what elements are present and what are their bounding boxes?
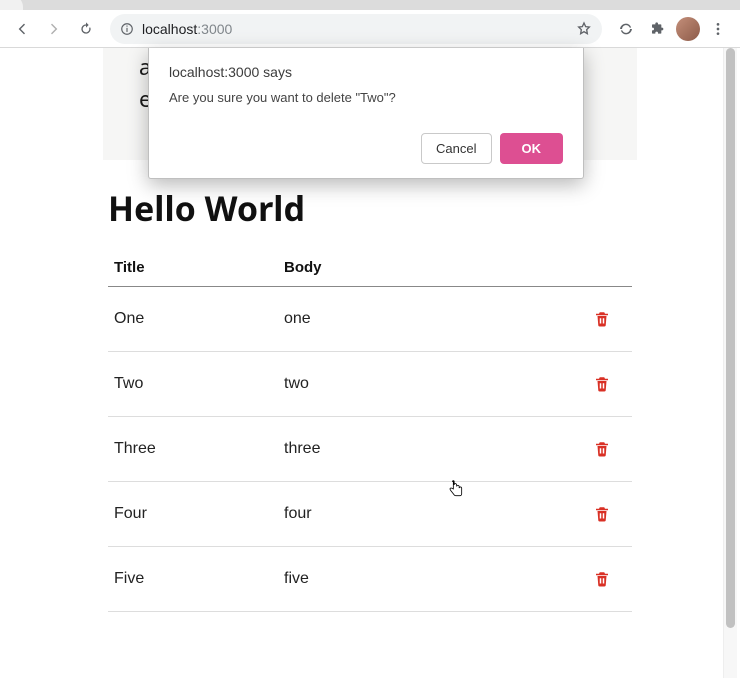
cell-body: five xyxy=(278,546,572,611)
delete-button[interactable] xyxy=(588,500,616,528)
delete-button[interactable] xyxy=(588,370,616,398)
extensions-button[interactable] xyxy=(644,15,672,43)
reload-button[interactable] xyxy=(72,15,100,43)
arrow-left-icon xyxy=(14,21,30,37)
browser-toolbar: localhost:3000 xyxy=(0,10,740,48)
confirm-dialog: localhost:3000 says Are you sure you wan… xyxy=(148,48,584,179)
table-row: Two two xyxy=(108,351,632,416)
col-title-header: Title xyxy=(108,249,278,287)
sync-icon xyxy=(618,21,634,37)
table-row: Five five xyxy=(108,546,632,611)
cell-body: three xyxy=(278,416,572,481)
reload-icon xyxy=(78,21,94,37)
delete-button[interactable] xyxy=(588,435,616,463)
cancel-button[interactable]: Cancel xyxy=(421,133,491,164)
bookmark-button[interactable] xyxy=(576,21,592,37)
dialog-message: Are you sure you want to delete "Two"? xyxy=(169,90,563,105)
col-actions-header xyxy=(572,249,632,287)
back-button[interactable] xyxy=(8,15,36,43)
profile-avatar[interactable] xyxy=(676,17,700,41)
scrollbar-thumb[interactable] xyxy=(726,48,735,628)
delete-button[interactable] xyxy=(588,565,616,593)
cell-title: One xyxy=(108,286,278,351)
trash-icon xyxy=(593,505,611,523)
col-body-header: Body xyxy=(278,249,572,287)
cell-title: Five xyxy=(108,546,278,611)
cell-body: one xyxy=(278,286,572,351)
site-info-icon[interactable] xyxy=(120,22,134,36)
cell-title: Four xyxy=(108,481,278,546)
omnibox[interactable]: localhost:3000 xyxy=(110,14,602,44)
active-tab[interactable] xyxy=(0,0,23,10)
cell-body: two xyxy=(278,351,572,416)
arrow-right-icon xyxy=(46,21,62,37)
forward-button[interactable] xyxy=(40,15,68,43)
cell-title: Two xyxy=(108,351,278,416)
ok-button[interactable]: OK xyxy=(500,133,564,164)
delete-button[interactable] xyxy=(588,305,616,333)
puzzle-icon xyxy=(650,21,666,37)
page-title: Hello World xyxy=(108,185,632,231)
sync-button[interactable] xyxy=(612,15,640,43)
table-row: Four four xyxy=(108,481,632,546)
kebab-icon xyxy=(710,21,726,37)
dialog-origin: localhost:3000 says xyxy=(169,64,563,80)
data-table: Title Body One one Two two Three three F… xyxy=(108,249,632,612)
scrollbar[interactable] xyxy=(723,48,737,678)
cell-body: four xyxy=(278,481,572,546)
trash-icon xyxy=(593,310,611,328)
trash-icon xyxy=(593,375,611,393)
tab-strip xyxy=(0,0,740,10)
cell-title: Three xyxy=(108,416,278,481)
table-row: One one xyxy=(108,286,632,351)
star-icon xyxy=(576,21,592,37)
chrome-menu-button[interactable] xyxy=(704,15,732,43)
url-host: localhost xyxy=(142,21,197,37)
table-row: Three three xyxy=(108,416,632,481)
url-port: :3000 xyxy=(197,21,232,37)
trash-icon xyxy=(593,570,611,588)
trash-icon xyxy=(593,440,611,458)
